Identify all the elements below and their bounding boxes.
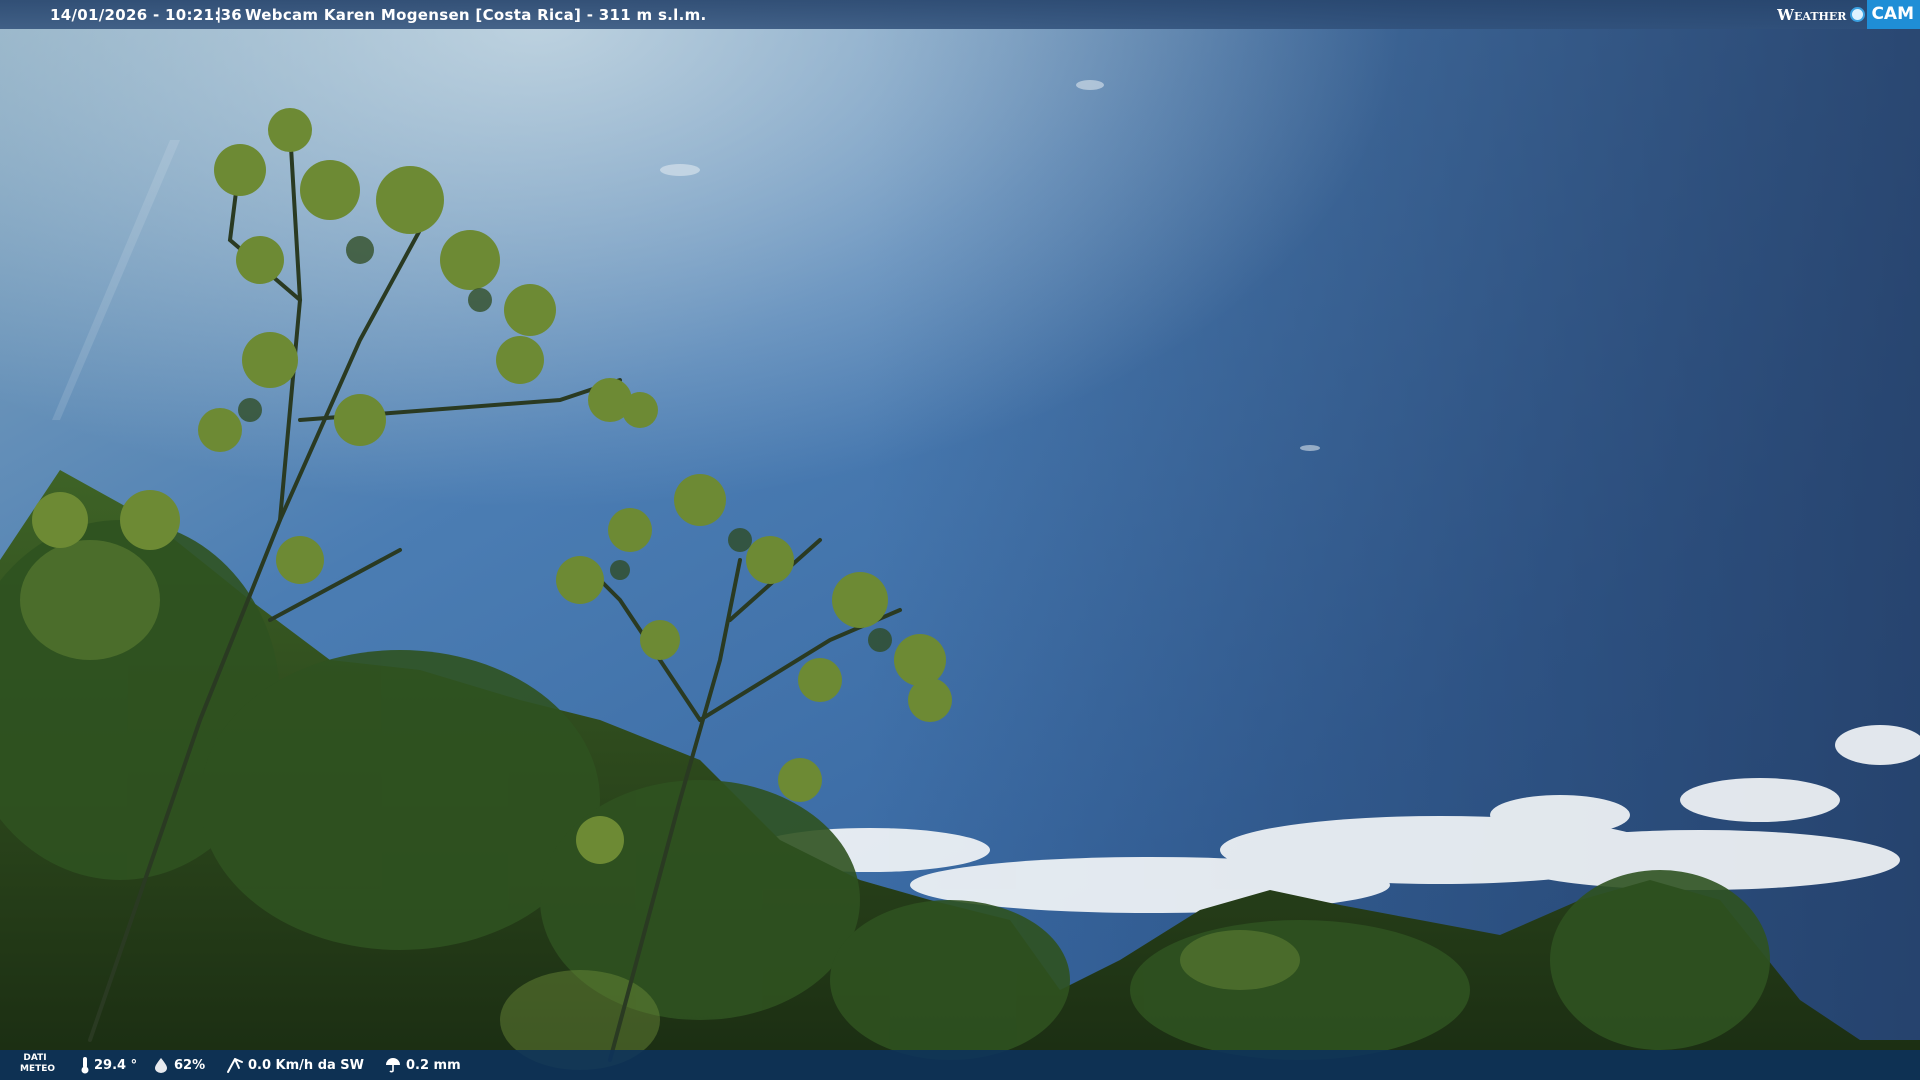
rain-reading: 0.2 mm (384, 1050, 461, 1080)
humidity-value: 62% (174, 1057, 206, 1073)
rain-value: 0.2 mm (406, 1057, 461, 1073)
weather-label-line2: METEO (20, 1064, 56, 1074)
weather-label-line1: DATI (23, 1053, 47, 1063)
umbrella-icon (386, 1058, 400, 1073)
logo-word: Weather (1777, 5, 1847, 24)
thermometer-icon (81, 1057, 89, 1074)
temperature-reading: 29.4 ° (80, 1050, 137, 1080)
humidity-drop-icon (155, 1058, 167, 1073)
logo-dot-icon (1850, 7, 1866, 22)
camera-title: Webcam Karen Mogensen [Costa Rica] - 311… (245, 6, 707, 24)
humidity-reading: 62% (152, 1050, 205, 1080)
weather-data-label: DATI METEO (20, 1053, 56, 1075)
temperature-value: 29.4 ° (94, 1057, 138, 1073)
webcam-image (0, 0, 1920, 1080)
weathercam-logo: Weather CAM (1777, 0, 1920, 29)
wind-icon (227, 1058, 243, 1073)
top-info-bar: 14/01/2026 - 10:21:36 | Webcam Karen Mog… (0, 0, 1920, 29)
timestamp: 14/01/2026 - 10:21:36 (50, 6, 243, 24)
wind-value: 0.0 Km/h da SW (248, 1057, 365, 1073)
wind-reading: 0.0 Km/h da SW (226, 1050, 364, 1080)
separator: | (216, 5, 222, 23)
logo-cam: CAM (1867, 0, 1920, 29)
weather-data-bar: DATI METEO 29.4 ° 62% 0.0 Km/h da SW 0.2… (0, 1050, 1920, 1080)
